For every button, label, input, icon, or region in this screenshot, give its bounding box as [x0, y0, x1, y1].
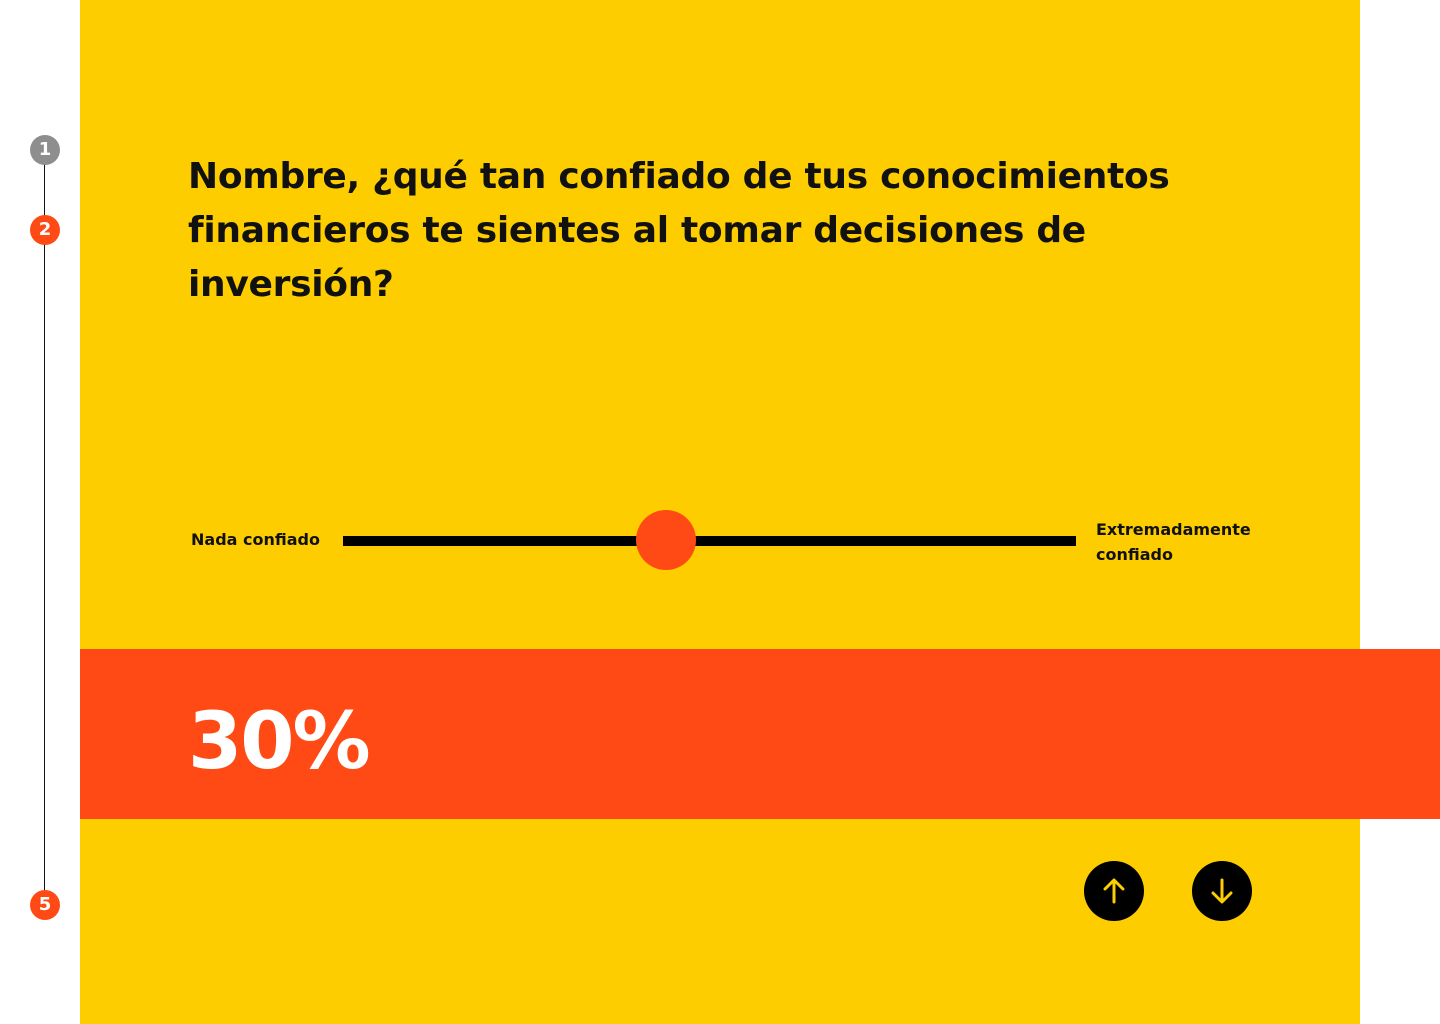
arrow-down-icon: [1211, 878, 1233, 904]
slider-value-band: 30%: [80, 649, 1440, 819]
arrow-up-icon: [1103, 878, 1125, 904]
previous-question-button[interactable]: [1084, 861, 1144, 921]
step-indicator-2[interactable]: 2: [30, 215, 60, 245]
next-question-button[interactable]: [1192, 861, 1252, 921]
question-title: Nombre, ¿qué tan confiado de tus conocim…: [188, 156, 1170, 305]
confidence-slider-track[interactable]: [343, 536, 1076, 546]
step-indicator-1[interactable]: 1: [30, 135, 60, 165]
slider-min-label: Nada confiado: [191, 530, 320, 549]
survey-page: 1 2 5 Nombre, ¿qué tan confiado de tus c…: [0, 0, 1440, 1024]
progress-rail: [44, 150, 45, 905]
slider-value-text: 30%: [188, 697, 371, 787]
confidence-slider-thumb[interactable]: [635, 510, 696, 570]
slider-max-label: Extremadamente confiado: [1096, 520, 1251, 564]
step-indicator-5[interactable]: 5: [30, 890, 60, 920]
